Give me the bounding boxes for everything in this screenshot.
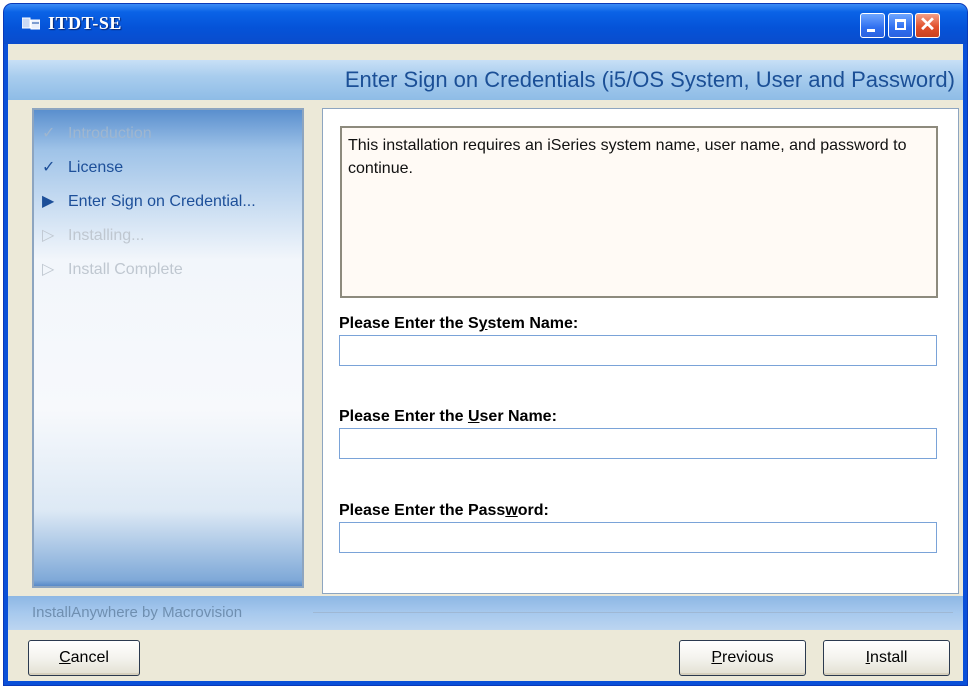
cancel-button[interactable]: Cancel	[28, 640, 140, 676]
maximize-icon	[895, 19, 906, 30]
arrow-right-outline-icon: ▷	[42, 227, 55, 244]
minimize-icon	[867, 29, 875, 32]
close-icon: ✕	[919, 14, 936, 36]
step-credentials: ▶ Enter Sign on Credential...	[42, 192, 256, 212]
title-bar[interactable]: ITDT-SE ✕	[4, 4, 967, 44]
step-install-complete: ▷ Install Complete	[42, 260, 183, 280]
close-button[interactable]: ✕	[915, 13, 940, 38]
maximize-button[interactable]	[888, 13, 913, 38]
password-label: Please Enter the Password:	[339, 502, 549, 519]
step-license: ✓ License	[42, 158, 123, 178]
previous-button[interactable]: Previous	[679, 640, 806, 676]
divider	[313, 612, 953, 613]
header-band: Enter Sign on Credentials (i5/OS System,…	[8, 60, 963, 100]
arrow-right-icon: ▶	[42, 193, 55, 210]
system-name-input[interactable]	[339, 335, 937, 366]
content-panel: This installation requires an iSeries sy…	[322, 108, 959, 594]
install-button[interactable]: Install	[823, 640, 950, 676]
password-input[interactable]	[339, 522, 937, 553]
step-label: Enter Sign on Credential...	[68, 193, 256, 210]
footer-band: InstallAnywhere by Macrovision	[8, 596, 963, 630]
minimize-button[interactable]	[860, 13, 885, 38]
dialog-client: Enter Sign on Credentials (i5/OS System,…	[8, 44, 963, 681]
step-introduction: ✓ Introduction	[42, 124, 152, 144]
step-label: License	[68, 159, 124, 176]
steps-panel: ✓ Introduction ✓ License ▶ Enter Sign on Cr…	[32, 108, 304, 588]
step-installing: ▷ Installing...	[42, 226, 144, 246]
step-label: Introduction	[68, 125, 152, 142]
arrow-right-outline-icon: ▷	[42, 261, 55, 278]
step-label: Installing...	[68, 227, 145, 244]
window-title: ITDT-SE	[48, 13, 122, 33]
checkmark-icon: ✓	[42, 125, 56, 142]
system-name-label: Please Enter the System Name:	[339, 315, 579, 332]
checkmark-icon: ✓	[42, 159, 56, 176]
installer-window: ITDT-SE ✕ Enter Sign on Credentials (i5/…	[4, 4, 967, 685]
user-name-input[interactable]	[339, 428, 937, 459]
user-name-label: Please Enter the User Name:	[339, 408, 557, 425]
vendor-label: InstallAnywhere by Macrovision	[32, 604, 243, 621]
step-label: Install Complete	[68, 261, 183, 278]
page-title: Enter Sign on Credentials (i5/OS System,…	[344, 67, 955, 92]
description-box: This installation requires an iSeries sy…	[340, 126, 938, 298]
installer-window-icon	[22, 17, 40, 30]
